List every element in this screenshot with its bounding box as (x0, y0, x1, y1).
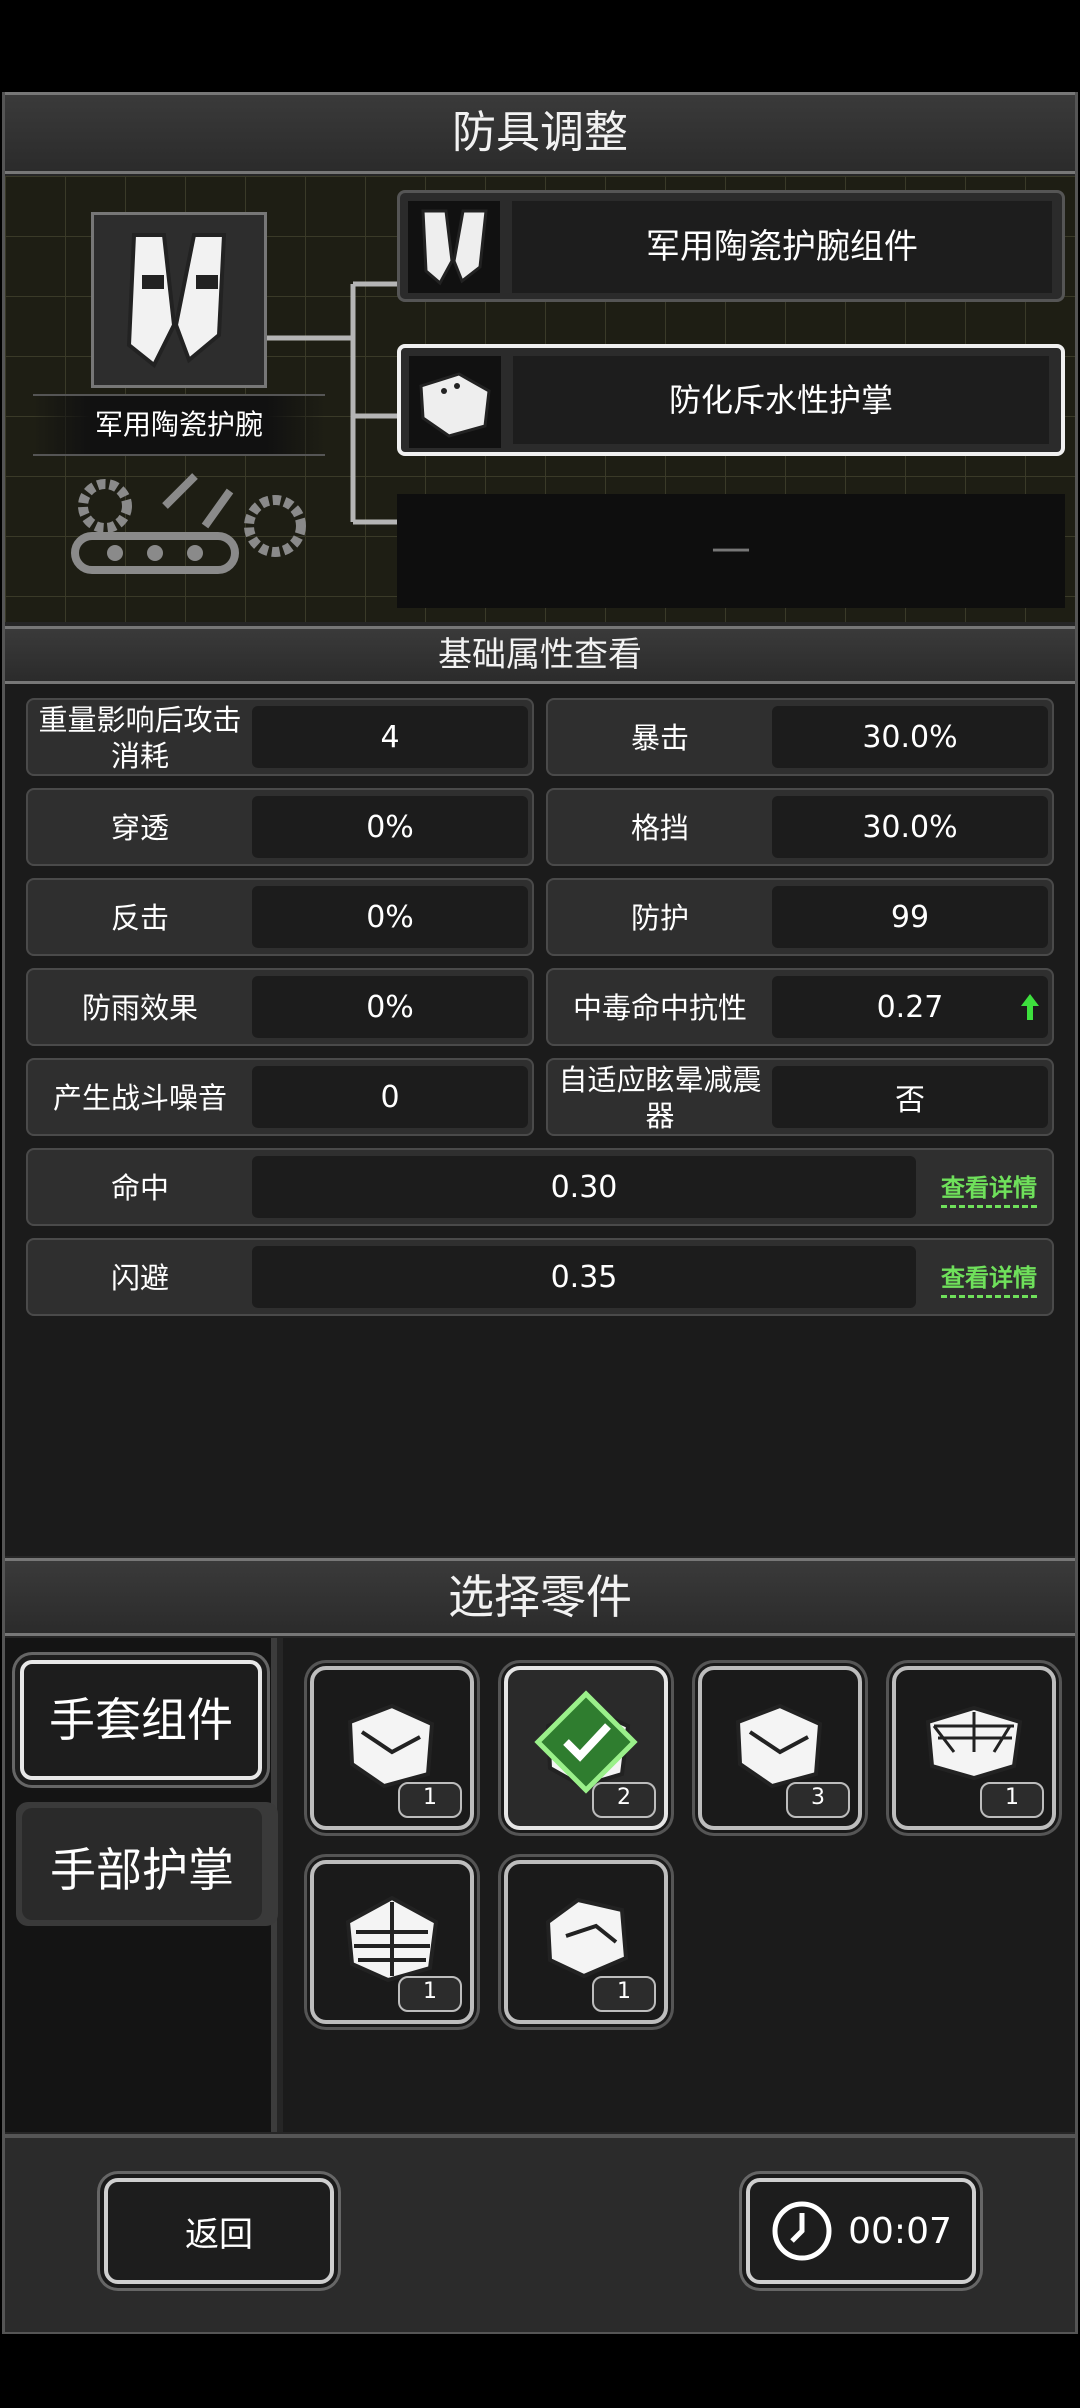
stat-wide-row: 命中 0.30 查看详情 (26, 1148, 1054, 1226)
stat-value: 4 (252, 706, 528, 768)
stat-cell: 产生战斗噪音 0 (26, 1058, 534, 1136)
stat-value: 30.0% (772, 796, 1048, 858)
stat-label: 暴击 (630, 721, 689, 755)
component-label: 防化斥水性护掌 (513, 356, 1049, 444)
stat-cell: 防雨效果 0% (26, 968, 534, 1046)
part-slot[interactable]: 1 (310, 1666, 474, 1830)
increase-arrow-icon (1020, 992, 1040, 1022)
palm-guard-icon (409, 356, 501, 448)
gauntlet-icon (408, 201, 500, 293)
category-palm-guards[interactable]: 手部护掌 (16, 1802, 278, 1926)
stat-label: 自适应眩晕减震器 (558, 1063, 762, 1133)
stat-label: 命中 (110, 1171, 169, 1205)
stat-value: 0% (252, 976, 528, 1038)
view-details-link[interactable]: 查看详情 (934, 1166, 1044, 1210)
stat-label: 反击 (110, 901, 169, 935)
page-title: 防具调整 (5, 92, 1075, 174)
category-label-wrap: 手部护掌 (22, 1808, 262, 1920)
back-label: 返回 (185, 2214, 253, 2255)
component-label: 军用陶瓷护腕组件 (512, 201, 1052, 293)
back-button[interactable]: 返回 (104, 2178, 334, 2284)
part-slot-selected[interactable]: 2 (504, 1666, 668, 1830)
part-slot[interactable]: 3 (698, 1666, 862, 1830)
view-details-label: 查看详情 (941, 1258, 1037, 1298)
component-gauntlet[interactable]: 军用陶瓷护腕组件 (397, 190, 1065, 302)
timer-button[interactable]: 00:07 (746, 2178, 976, 2284)
stat-cell: 自适应眩晕减震器否 (546, 1058, 1054, 1136)
stat-label: 格挡 (630, 811, 689, 845)
part-slot[interactable]: 1 (504, 1860, 668, 2024)
stat-cell: 防护 99 (546, 878, 1054, 956)
stat-label: 穿透 (110, 811, 169, 845)
stat-cell: 重量影响后攻击消耗 4 (26, 698, 534, 776)
component-empty-slot[interactable]: — (397, 494, 1065, 608)
component-palm-guard[interactable]: 防化斥水性护掌 (397, 344, 1065, 456)
armor-name: 军用陶瓷护腕 (33, 394, 325, 456)
stat-label: 闪避 (110, 1261, 169, 1295)
stat-value: 30.0% (772, 706, 1048, 768)
timer-text: 00:07 (848, 2210, 952, 2252)
stat-label: 防雨效果 (81, 991, 198, 1025)
view-details-link[interactable]: 查看详情 (934, 1256, 1044, 1300)
stats-header: 基础属性查看 (5, 626, 1075, 684)
category-label: 手部护掌 (50, 1843, 234, 1897)
category-gloves[interactable]: 手套组件 (20, 1660, 262, 1780)
bracer-main-icon[interactable] (91, 212, 267, 388)
clock-icon (772, 2201, 832, 2261)
stat-wide-row: 闪避 0.35 查看详情 (26, 1238, 1054, 1316)
part-count-badge: 1 (980, 1782, 1044, 1818)
stat-value: 0.35 (252, 1246, 916, 1308)
stat-label: 防护 (630, 901, 689, 935)
stat-cell: 反击 0% (26, 878, 534, 956)
stat-cell: 中毒命中抗性 0.27 (546, 968, 1054, 1046)
part-slot[interactable]: 1 (310, 1860, 474, 2024)
view-details-label: 查看详情 (941, 1168, 1037, 1208)
part-count-badge: 1 (398, 1782, 462, 1818)
stat-cell: 穿透 0% (26, 788, 534, 866)
status-bar (0, 0, 1080, 92)
stat-label: 中毒命中抗性 (572, 991, 747, 1025)
stat-cell: 格挡 30.0% (546, 788, 1054, 866)
bracer-icon (126, 233, 227, 369)
parts-header: 选择零件 (5, 1558, 1075, 1636)
part-count-badge: 1 (398, 1976, 462, 2012)
stat-value: 0% (252, 886, 528, 948)
stat-label: 重量影响后攻击消耗 (38, 703, 242, 773)
stat-value: 否 (772, 1066, 1048, 1128)
stat-value: 0.27 (772, 976, 1048, 1038)
stat-label: 产生战斗噪音 (52, 1081, 227, 1115)
stat-value: 0% (252, 796, 528, 858)
workbench-icon (71, 473, 306, 574)
part-slot[interactable]: 1 (892, 1666, 1056, 1830)
part-count-badge: 3 (786, 1782, 850, 1818)
stat-value: 0.30 (252, 1156, 916, 1218)
stat-value: 0 (252, 1066, 528, 1128)
stat-cell: 暴击 30.0% (546, 698, 1054, 776)
stat-value: 99 (772, 886, 1048, 948)
part-count-badge: 2 (592, 1782, 656, 1818)
part-count-badge: 1 (592, 1976, 656, 2012)
armor-section: 军用陶瓷护腕 军用陶瓷护腕组件 防化斥水性护掌 — (5, 176, 1075, 622)
